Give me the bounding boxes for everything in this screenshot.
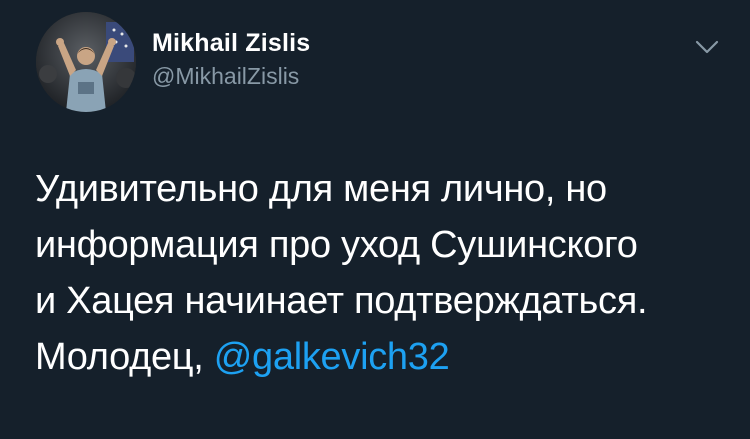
tweet-text-prefix: Молодец,: [35, 336, 214, 378]
avatar[interactable]: [36, 12, 136, 112]
tweet-text: Удивительно для меня лично, но информаци…: [35, 161, 735, 385]
author-block: Mikhail Zislis @MikhailZislis: [152, 28, 310, 90]
display-name[interactable]: Mikhail Zislis: [152, 28, 310, 58]
tweet-text-line: Удивительно для меня лично, но: [35, 168, 607, 210]
user-handle[interactable]: @MikhailZislis: [152, 62, 310, 90]
tweet-text-line: информация про уход Сушинского: [35, 224, 638, 266]
tweet-text-line: и Хацея начинает подтверждаться.: [35, 280, 648, 322]
tweet-card: Mikhail Zislis @MikhailZislis Удивительн…: [0, 0, 750, 439]
more-options-button[interactable]: [692, 36, 722, 58]
user-photo-avatar-icon: [36, 12, 136, 112]
mention-link[interactable]: @galkevich32: [214, 336, 450, 378]
tweet-text-line: Молодец, @galkevich32: [35, 329, 735, 385]
chevron-down-icon: [695, 40, 719, 54]
